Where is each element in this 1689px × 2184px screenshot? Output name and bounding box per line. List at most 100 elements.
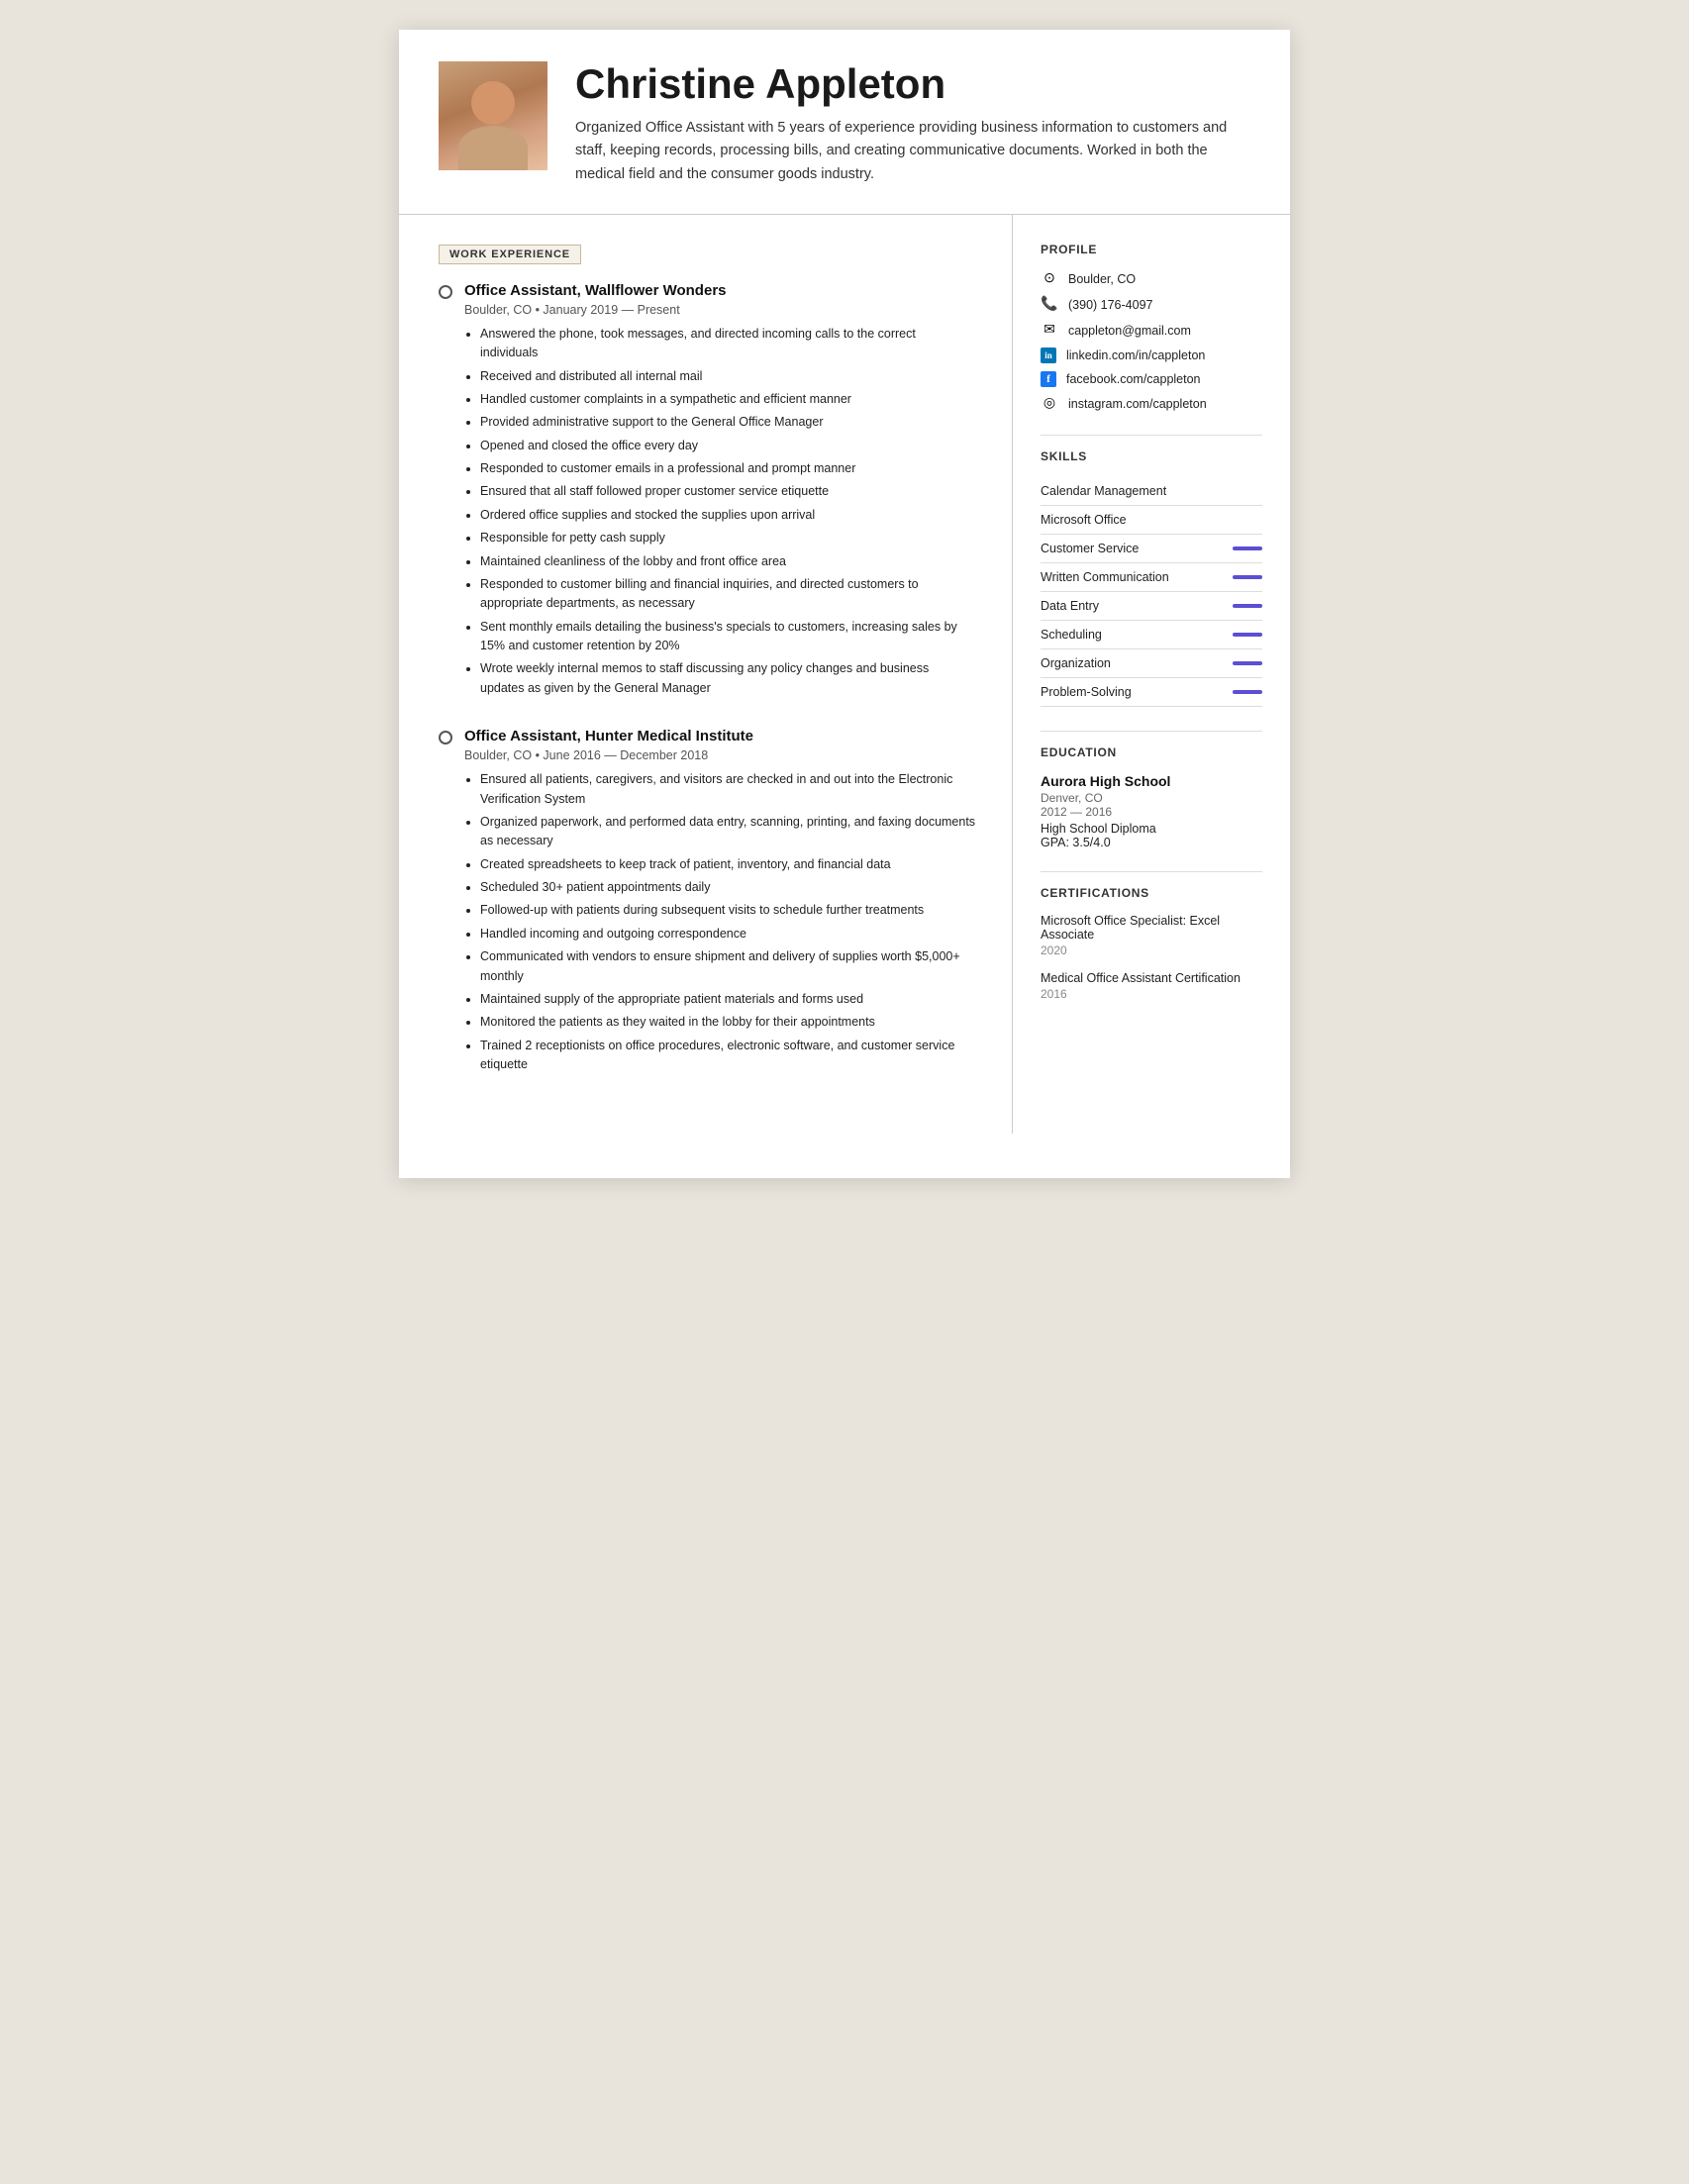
profile-location: ⊙ Boulder, CO xyxy=(1041,270,1262,288)
job-meta-1: Boulder, CO • January 2019 — Present xyxy=(464,303,976,317)
school-location: Denver, CO xyxy=(1041,791,1262,805)
header-text: Christine Appleton Organized Office Assi… xyxy=(575,61,1250,186)
bullet: Responsible for petty cash supply xyxy=(480,529,976,547)
bullet: Communicated with vendors to ensure ship… xyxy=(480,947,976,986)
bullet: Ensured all patients, caregivers, and vi… xyxy=(480,770,976,809)
skill-name-5: Data Entry xyxy=(1041,599,1099,613)
profile-phone: 📞 (390) 176-4097 xyxy=(1041,296,1262,314)
left-column: WORK EXPERIENCE Office Assistant, Wallfl… xyxy=(399,215,1013,1135)
linkedin-icon: in xyxy=(1041,347,1056,363)
email-text: cappleton@gmail.com xyxy=(1068,324,1191,338)
skill-bar-3 xyxy=(1233,546,1262,550)
job-header-2: Office Assistant, Hunter Medical Institu… xyxy=(439,728,976,745)
skills-label: SKILLS xyxy=(1041,449,1262,463)
bullet: Opened and closed the office every day xyxy=(480,437,976,455)
skill-name-6: Scheduling xyxy=(1041,628,1102,642)
divider-1 xyxy=(1041,435,1262,436)
skill-row-6: Scheduling xyxy=(1041,621,1262,649)
cert-name-2: Medical Office Assistant Certification xyxy=(1041,971,1262,985)
education-label: EDUCATION xyxy=(1041,745,1262,759)
bullet: Responded to customer emails in a profes… xyxy=(480,459,976,478)
skill-row-3: Customer Service xyxy=(1041,535,1262,563)
bullet: Answered the phone, took messages, and d… xyxy=(480,325,976,363)
bullet: Scheduled 30+ patient appointments daily xyxy=(480,878,976,897)
skill-name-3: Customer Service xyxy=(1041,542,1139,555)
phone-icon: 📞 xyxy=(1041,296,1058,314)
cert-year-1: 2020 xyxy=(1041,943,1262,957)
school-degree: High School Diploma xyxy=(1041,822,1262,836)
avatar xyxy=(439,61,547,170)
skill-row-8: Problem-Solving xyxy=(1041,678,1262,707)
certifications-section: CERTIFICATIONS Microsoft Office Speciali… xyxy=(1041,886,1262,1001)
skill-name-7: Organization xyxy=(1041,656,1111,670)
bullet: Maintained cleanliness of the lobby and … xyxy=(480,552,976,571)
bullet: Responded to customer billing and financ… xyxy=(480,575,976,614)
bullet: Ordered office supplies and stocked the … xyxy=(480,506,976,525)
bullet: Trained 2 receptionists on office proced… xyxy=(480,1037,976,1075)
bullet: Monitored the patients as they waited in… xyxy=(480,1013,976,1032)
school-gpa: GPA: 3.5/4.0 xyxy=(1041,836,1262,849)
profile-label: PROFILE xyxy=(1041,243,1262,256)
skill-bar-6 xyxy=(1233,633,1262,637)
profile-facebook: f facebook.com/cappleton xyxy=(1041,371,1262,387)
profile-section: PROFILE ⊙ Boulder, CO 📞 (390) 176-4097 ✉… xyxy=(1041,243,1262,413)
skill-bar-7 xyxy=(1233,661,1262,665)
school-name: Aurora High School xyxy=(1041,773,1262,789)
profile-linkedin: in linkedin.com/in/cappleton xyxy=(1041,347,1262,363)
instagram-text: instagram.com/cappleton xyxy=(1068,397,1207,411)
location-text: Boulder, CO xyxy=(1068,272,1136,286)
header: Christine Appleton Organized Office Assi… xyxy=(399,30,1290,215)
work-experience-label: WORK EXPERIENCE xyxy=(439,245,581,264)
skill-name-1: Calendar Management xyxy=(1041,484,1166,498)
skill-name-2: Microsoft Office xyxy=(1041,513,1127,527)
skill-name-4: Written Communication xyxy=(1041,570,1169,584)
bullet: Followed-up with patients during subsequ… xyxy=(480,901,976,920)
cert-name-1: Microsoft Office Specialist: Excel Assoc… xyxy=(1041,914,1262,942)
job-dot-2 xyxy=(439,731,452,745)
bullet: Handled incoming and outgoing correspond… xyxy=(480,925,976,943)
bullet: Sent monthly emails detailing the busine… xyxy=(480,618,976,656)
email-icon: ✉ xyxy=(1041,322,1058,340)
bullet: Ensured that all staff followed proper c… xyxy=(480,482,976,501)
job-bullets-1: Answered the phone, took messages, and d… xyxy=(464,325,976,698)
bullet: Maintained supply of the appropriate pat… xyxy=(480,990,976,1009)
bullet: Handled customer complaints in a sympath… xyxy=(480,390,976,409)
skill-row-5: Data Entry xyxy=(1041,592,1262,621)
body: WORK EXPERIENCE Office Assistant, Wallfl… xyxy=(399,215,1290,1135)
school-years: 2012 — 2016 xyxy=(1041,805,1262,819)
divider-2 xyxy=(1041,731,1262,732)
phone-text: (390) 176-4097 xyxy=(1068,298,1152,312)
linkedin-text: linkedin.com/in/cappleton xyxy=(1066,348,1205,362)
bullet: Received and distributed all internal ma… xyxy=(480,367,976,386)
job-dot-1 xyxy=(439,285,452,299)
skills-section: SKILLS Calendar Management Microsoft Off… xyxy=(1041,449,1262,707)
job-title-1: Office Assistant, Wallflower Wonders xyxy=(464,282,727,299)
applicant-tagline: Organized Office Assistant with 5 years … xyxy=(575,117,1250,186)
cert-item-1: Microsoft Office Specialist: Excel Assoc… xyxy=(1041,914,1262,957)
job-bullets-2: Ensured all patients, caregivers, and vi… xyxy=(464,770,976,1074)
job-item-1: Office Assistant, Wallflower Wonders Bou… xyxy=(439,282,976,698)
skill-row-7: Organization xyxy=(1041,649,1262,678)
bullet: Wrote weekly internal memos to staff dis… xyxy=(480,659,976,698)
applicant-name: Christine Appleton xyxy=(575,61,1250,107)
education-section: EDUCATION Aurora High School Denver, CO … xyxy=(1041,745,1262,849)
job-item-2: Office Assistant, Hunter Medical Institu… xyxy=(439,728,976,1074)
resume-page: Christine Appleton Organized Office Assi… xyxy=(399,30,1290,1178)
instagram-icon: ◎ xyxy=(1041,395,1058,413)
certifications-label: CERTIFICATIONS xyxy=(1041,886,1262,900)
location-icon: ⊙ xyxy=(1041,270,1058,288)
bullet: Organized paperwork, and performed data … xyxy=(480,813,976,851)
cert-year-2: 2016 xyxy=(1041,987,1262,1001)
bullet: Provided administrative support to the G… xyxy=(480,413,976,432)
cert-item-2: Medical Office Assistant Certification 2… xyxy=(1041,971,1262,1001)
skill-bar-4 xyxy=(1233,575,1262,579)
facebook-text: facebook.com/cappleton xyxy=(1066,372,1201,386)
divider-3 xyxy=(1041,871,1262,872)
skill-row-4: Written Communication xyxy=(1041,563,1262,592)
facebook-icon: f xyxy=(1041,371,1056,387)
skill-name-8: Problem-Solving xyxy=(1041,685,1132,699)
skill-bar-8 xyxy=(1233,690,1262,694)
bullet: Created spreadsheets to keep track of pa… xyxy=(480,855,976,874)
skill-row-1: Calendar Management xyxy=(1041,477,1262,506)
profile-instagram: ◎ instagram.com/cappleton xyxy=(1041,395,1262,413)
